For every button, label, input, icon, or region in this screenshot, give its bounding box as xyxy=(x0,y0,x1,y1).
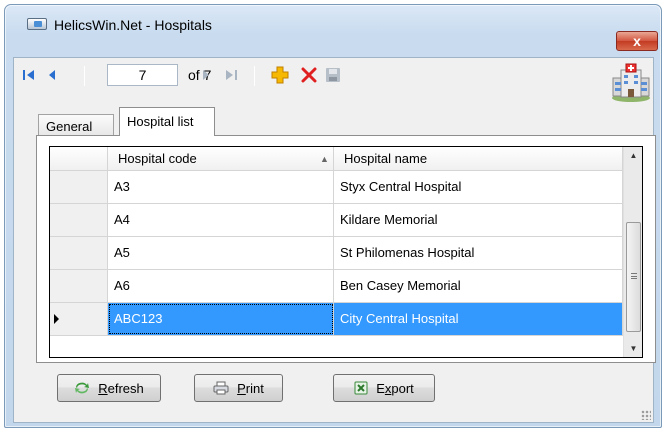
table-row[interactable]: A6 Ben Casey Memorial xyxy=(50,270,623,303)
table-row[interactable]: A5 St Philomenas Hospital xyxy=(50,237,623,270)
row-selector[interactable] xyxy=(50,204,108,236)
app-icon xyxy=(27,18,47,30)
grid-header: Hospital code ▲ Hospital name xyxy=(50,147,623,171)
row-selector[interactable] xyxy=(50,303,108,335)
tab-general[interactable]: General xyxy=(38,114,114,136)
export-button[interactable]: Export xyxy=(333,374,435,402)
resize-grip-icon[interactable] xyxy=(641,410,651,420)
row-selector[interactable] xyxy=(50,237,108,269)
excel-export-icon xyxy=(354,381,368,395)
last-record-icon[interactable] xyxy=(224,66,238,84)
hospital-list-panel: Hospital code ▲ Hospital name A3 Styx Ce… xyxy=(36,135,656,363)
toolbar: 7 of 7 xyxy=(14,58,653,102)
column-header-label: Hospital name xyxy=(344,151,428,166)
table-row[interactable]: A3 Styx Central Hospital xyxy=(50,171,623,204)
cell-hospital-name[interactable]: City Central Hospital xyxy=(334,303,623,335)
table-row[interactable]: A4 Kildare Memorial xyxy=(50,204,623,237)
cell-hospital-name[interactable]: St Philomenas Hospital xyxy=(334,237,623,269)
add-record-icon[interactable] xyxy=(270,66,290,84)
window-title: HelicsWin.Net - Hospitals xyxy=(54,17,212,33)
scroll-down-arrow-icon[interactable]: ▼ xyxy=(624,340,642,357)
column-header-hospital-name[interactable]: Hospital name xyxy=(334,147,623,171)
scrollbar-thumb[interactable] xyxy=(626,222,641,332)
scrollbar-grip-icon xyxy=(631,273,637,279)
grid-vertical-scrollbar[interactable]: ▲ ▼ xyxy=(623,147,642,357)
cell-hospital-name[interactable]: Ben Casey Memorial xyxy=(334,270,623,302)
printer-icon xyxy=(213,381,229,395)
column-header-label: Hospital code xyxy=(118,151,197,166)
grid-header-corner xyxy=(50,147,108,171)
print-button[interactable]: Print xyxy=(194,374,283,402)
toolbar-separator xyxy=(84,66,85,86)
toolbar-separator xyxy=(254,66,255,86)
cell-hospital-name[interactable]: Styx Central Hospital xyxy=(334,171,623,203)
current-row-pointer-icon xyxy=(54,314,59,324)
print-label: Print xyxy=(237,380,264,396)
previous-record-icon[interactable] xyxy=(46,66,58,84)
hospitals-window: HelicsWin.Net - Hospitals x 7 of 7 Gener… xyxy=(4,4,662,428)
hospital-grid: Hospital code ▲ Hospital name A3 Styx Ce… xyxy=(49,146,643,358)
cell-hospital-code[interactable]: ABC123 xyxy=(108,303,334,335)
delete-record-icon[interactable] xyxy=(299,66,319,84)
row-selector[interactable] xyxy=(50,270,108,302)
next-record-icon[interactable] xyxy=(200,66,212,84)
first-record-icon[interactable] xyxy=(22,66,36,84)
row-selector[interactable] xyxy=(50,171,108,203)
close-button[interactable]: x xyxy=(616,31,658,51)
cell-hospital-code[interactable]: A4 xyxy=(108,204,334,236)
cell-hospital-code[interactable]: A5 xyxy=(108,237,334,269)
column-header-hospital-code[interactable]: Hospital code ▲ xyxy=(108,147,334,171)
refresh-button[interactable]: Refresh xyxy=(57,374,161,402)
cell-hospital-code[interactable]: A6 xyxy=(108,270,334,302)
export-label: Export xyxy=(376,380,414,396)
client-area: 7 of 7 General Hospital list Hospital co… xyxy=(13,57,656,423)
title-bar[interactable]: HelicsWin.Net - Hospitals xyxy=(5,5,661,39)
tab-hospital-list[interactable]: Hospital list xyxy=(119,107,215,136)
hospital-building-icon xyxy=(610,62,652,102)
sort-ascending-icon: ▲ xyxy=(320,154,329,164)
cell-hospital-name[interactable]: Kildare Memorial xyxy=(334,204,623,236)
refresh-label: Refresh xyxy=(98,380,144,396)
save-record-icon[interactable] xyxy=(324,66,342,84)
refresh-icon xyxy=(75,382,90,394)
scroll-up-arrow-icon[interactable]: ▲ xyxy=(624,147,642,164)
cell-hospital-code[interactable]: A3 xyxy=(108,171,334,203)
record-position-input[interactable]: 7 xyxy=(107,64,178,86)
table-row-selected[interactable]: ABC123 City Central Hospital xyxy=(50,303,623,336)
